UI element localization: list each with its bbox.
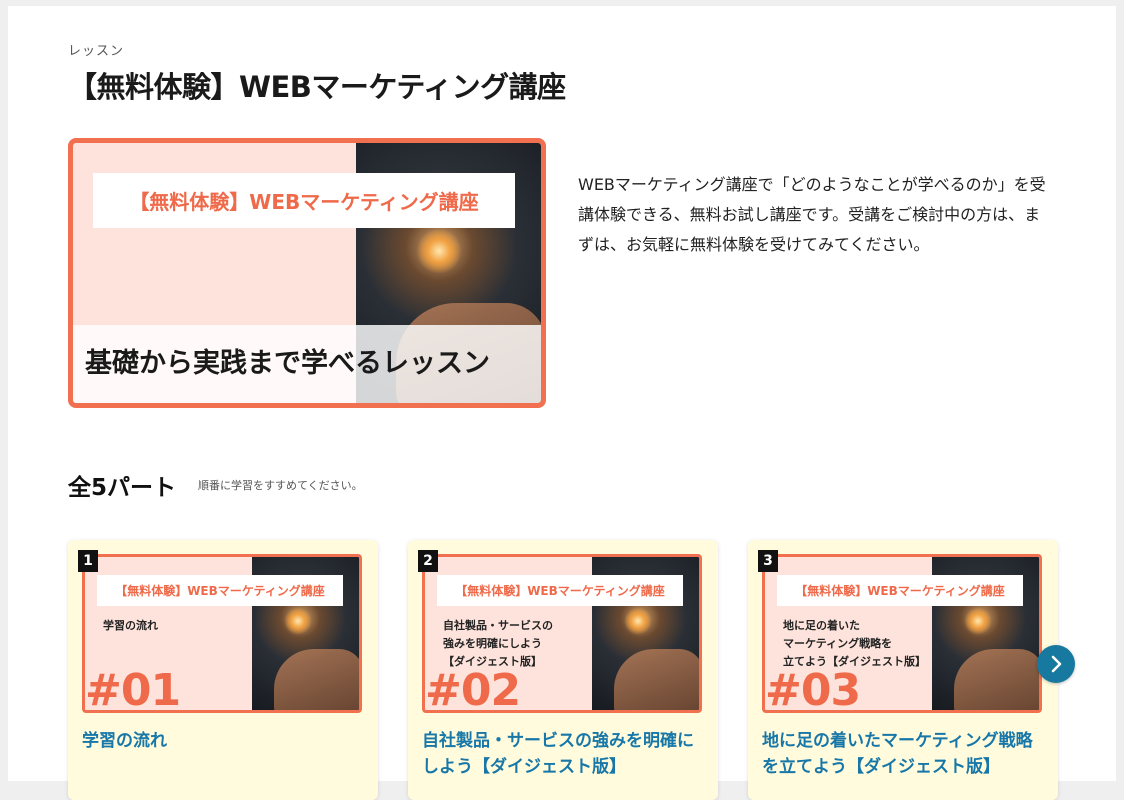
- carousel-next-button[interactable]: [1037, 645, 1075, 683]
- part-thumbnail[interactable]: 【無料体験】WEBマーケティング講座 地に足の着いた マーケティング戦略を 立て…: [762, 554, 1042, 713]
- hero-label: 【無料体験】WEBマーケティング講座: [93, 173, 515, 228]
- database-glow-graphic: [964, 607, 992, 635]
- hero-band-text: 基礎から実践まで学べるレッスン: [85, 348, 490, 379]
- part-title-link[interactable]: 地に足の着いたマーケティング戦略を立てよう【ダイジェスト版】: [762, 728, 1046, 780]
- part-thumbnail[interactable]: 【無料体験】WEBマーケティング講座 学習の流れ #01: [82, 554, 362, 713]
- part-thumb-number: #02: [425, 665, 521, 713]
- part-card[interactable]: 【無料体験】WEBマーケティング講座 地に足の着いた マーケティング戦略を 立て…: [748, 540, 1058, 800]
- part-thumbnail[interactable]: 【無料体験】WEBマーケティング講座 自社製品・サービスの 強みを明確にしよう …: [422, 554, 702, 713]
- part-title-link[interactable]: 自社製品・サービスの強みを明確にしよう【ダイジェスト版】: [422, 728, 706, 780]
- hand-graphic: [954, 649, 1039, 710]
- part-thumb-label: 【無料体験】WEBマーケティング講座: [97, 575, 343, 606]
- part-thumb-number: #01: [85, 665, 181, 713]
- part-thumb-label: 【無料体験】WEBマーケティング講座: [437, 575, 683, 606]
- part-thumb-label: 【無料体験】WEBマーケティング講座: [777, 575, 1023, 606]
- database-glow-graphic: [416, 228, 462, 274]
- lesson-page: レッスン 【無料体験】WEBマーケティング講座 【無料体験】WEBマーケティング…: [8, 6, 1116, 800]
- part-thumb-subtitle: 学習の流れ: [103, 619, 158, 632]
- lesson-description: WEBマーケティング講座で「どのようなことが学べるのか」を受講体験できる、無料お…: [578, 175, 1046, 254]
- part-card[interactable]: 【無料体験】WEBマーケティング講座 自社製品・サービスの 強みを明確にしよう …: [408, 540, 718, 800]
- chevron-right-icon: [1051, 655, 1062, 673]
- part-number-badge: 1: [78, 550, 98, 572]
- part-thumb-number: #03: [765, 665, 861, 713]
- hand-graphic: [614, 649, 699, 710]
- hand-graphic: [274, 649, 359, 710]
- page-title: 【無料体験】WEBマーケティング講座: [68, 70, 566, 104]
- part-number-badge: 2: [418, 550, 438, 572]
- lesson-hero-thumbnail: 【無料体験】WEBマーケティング講座 基礎から実践まで学べるレッスン: [68, 138, 546, 408]
- database-glow-graphic: [624, 607, 652, 635]
- hero-band: 基礎から実践まで学べるレッスン: [73, 325, 541, 403]
- part-title-link[interactable]: 学習の流れ: [82, 728, 366, 754]
- part-number-badge: 3: [758, 550, 778, 572]
- lesson-eyebrow: レッスン: [68, 44, 125, 59]
- part-card[interactable]: 【無料体験】WEBマーケティング講座 学習の流れ #01 1 学習の流れ: [68, 540, 378, 800]
- database-glow-graphic: [284, 607, 312, 635]
- parts-heading: 全5パート: [68, 475, 177, 501]
- parts-note: 順番に学習をすすめてください。: [198, 479, 363, 492]
